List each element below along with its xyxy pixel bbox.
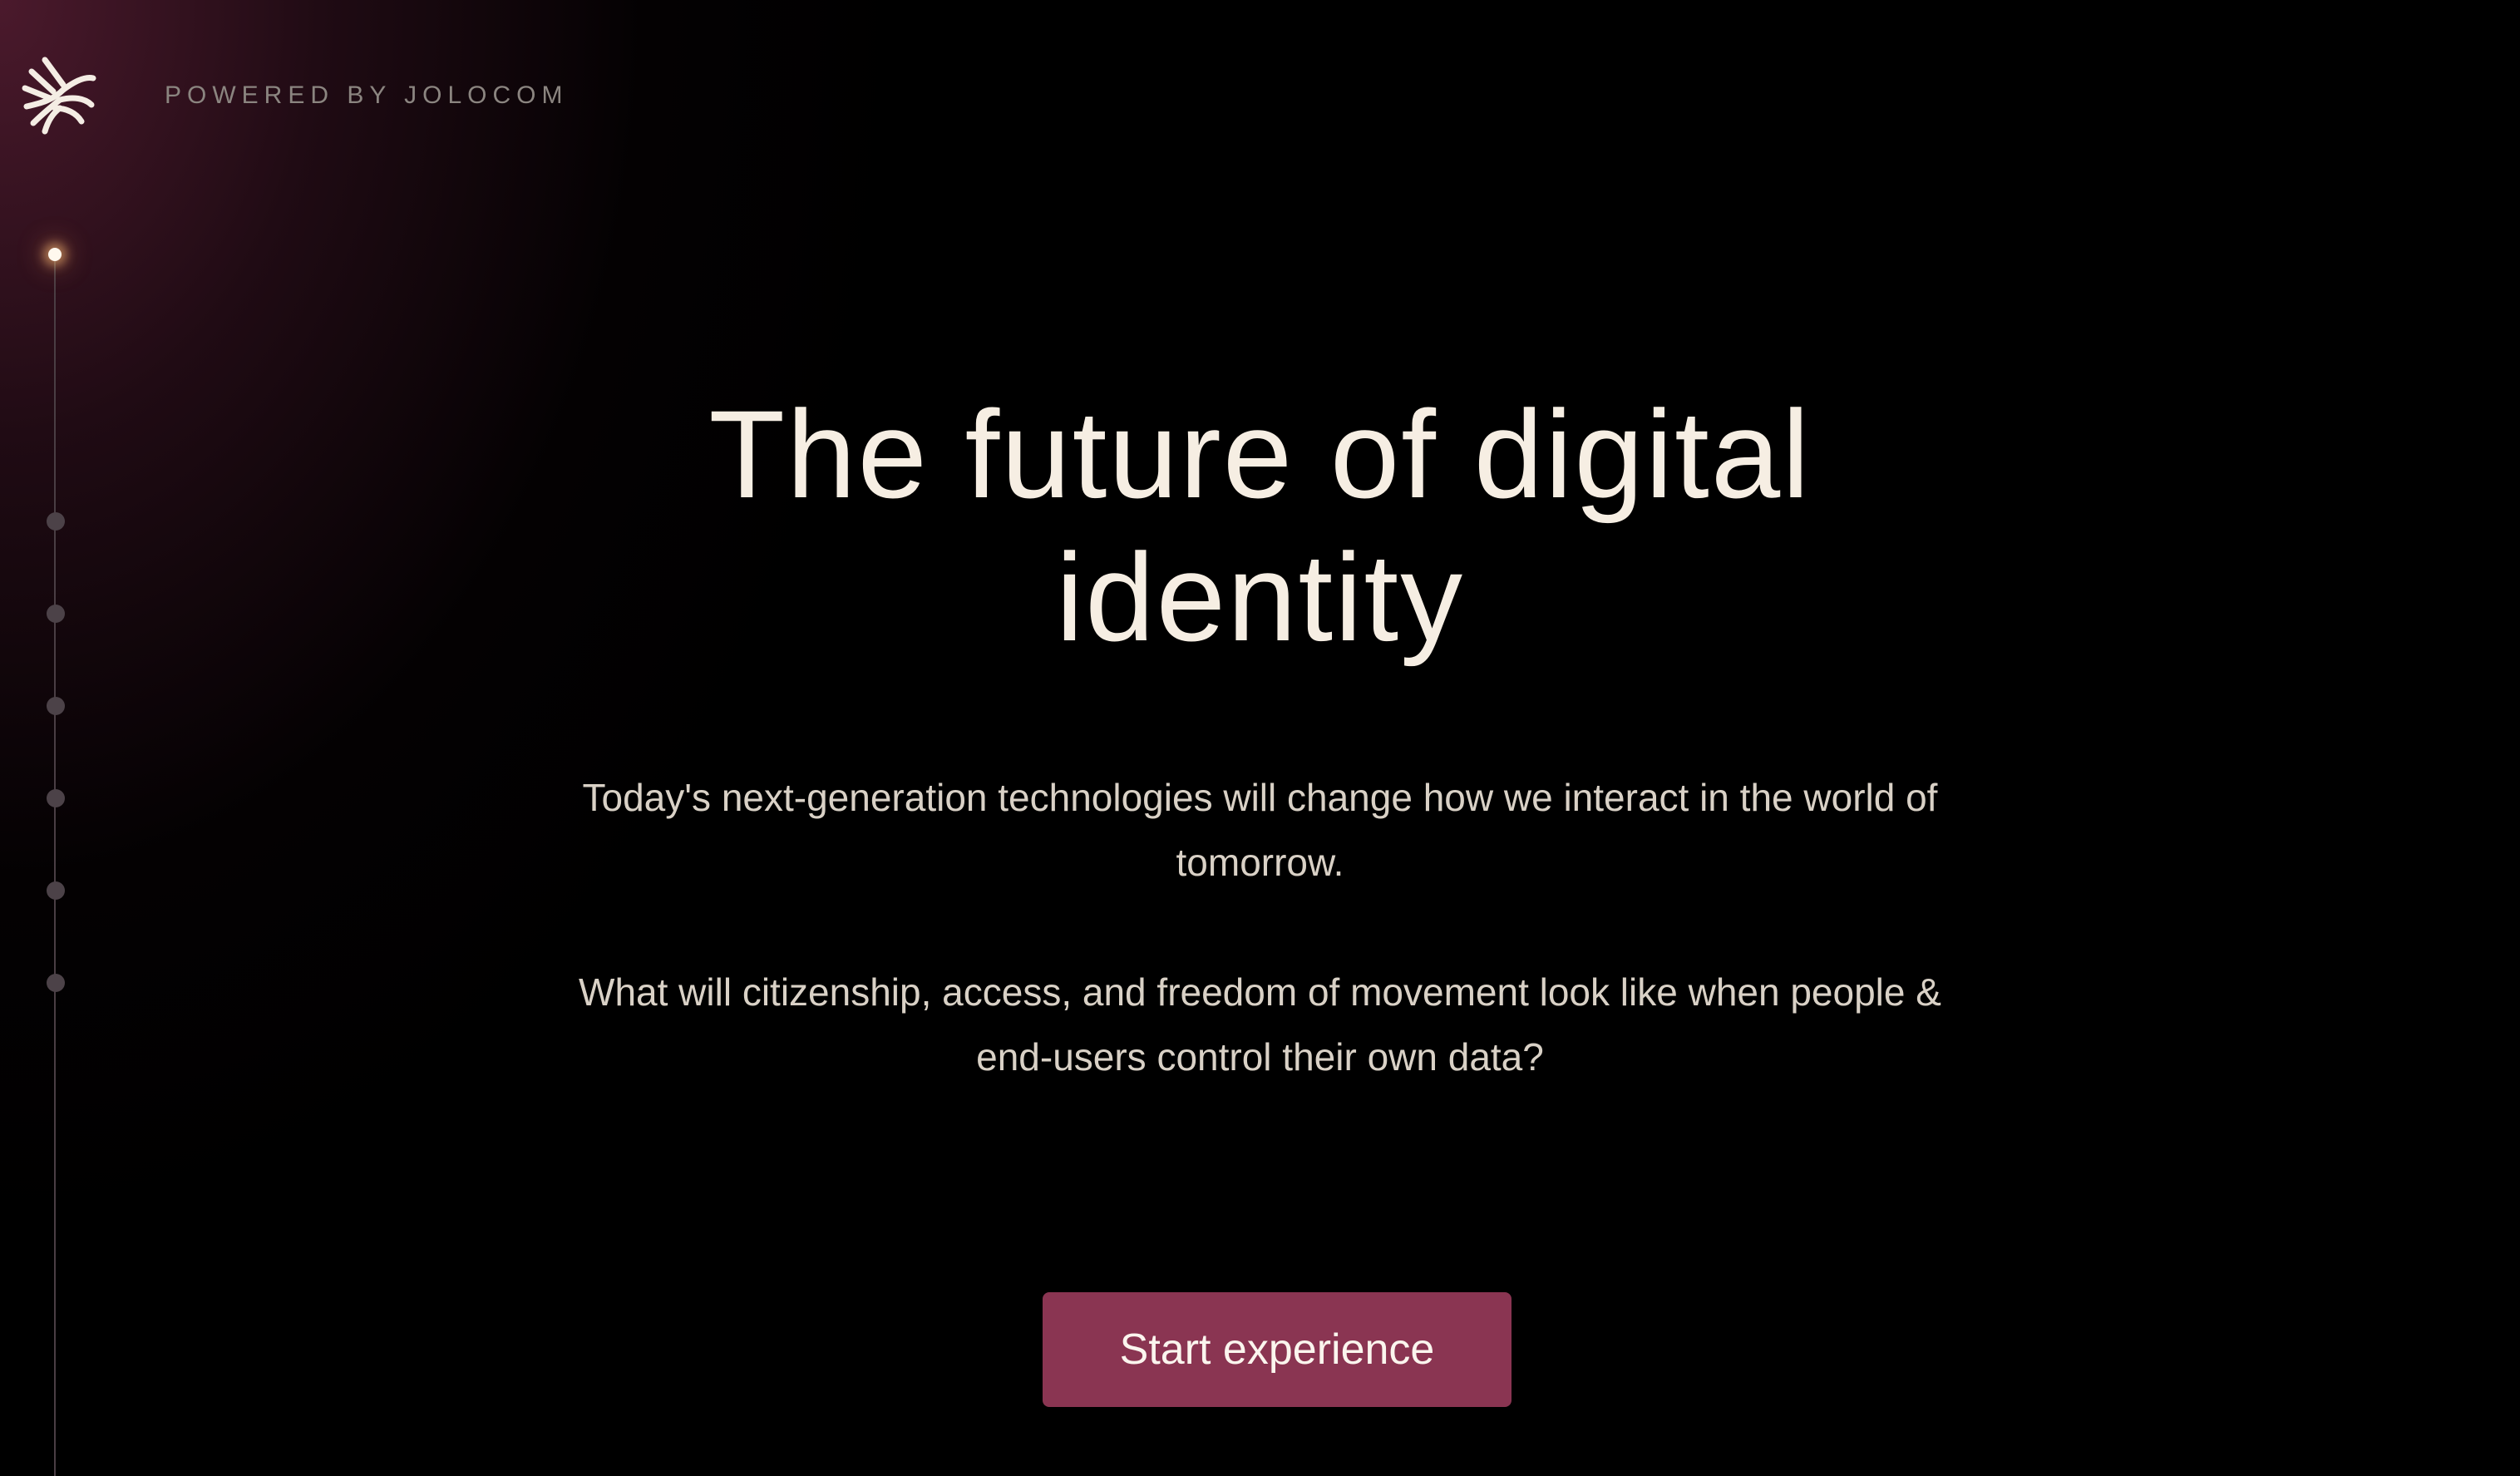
question-paragraph: What will citizenship, access, and freed… [579, 970, 1941, 1079]
powered-by-label: POWERED BY JOLOCOM [165, 81, 569, 109]
hero-section: The future of digital identity Today's n… [0, 383, 2520, 1089]
start-experience-button[interactable]: Start experience [1043, 1292, 1512, 1407]
intro-paragraph: Today's next-generation technologies wil… [582, 776, 1938, 884]
timeline-step-active[interactable] [48, 248, 62, 261]
page-title: The future of digital identity [708, 384, 1812, 667]
